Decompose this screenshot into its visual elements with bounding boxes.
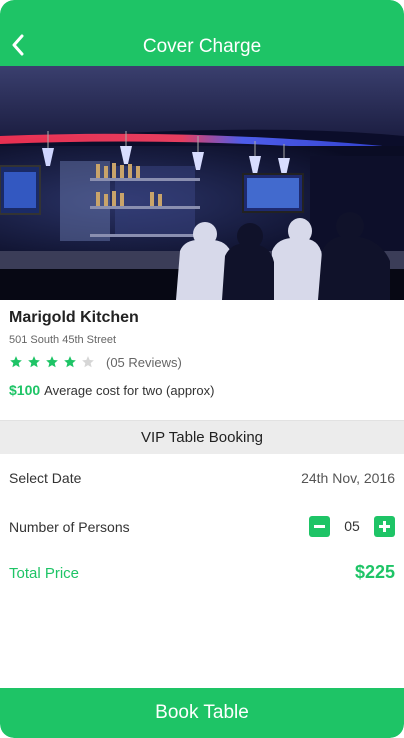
decrement-button[interactable] bbox=[309, 515, 330, 537]
star-filled-icon bbox=[46, 356, 58, 368]
increment-button[interactable] bbox=[373, 515, 395, 537]
cost-description: Average cost for two (approx) bbox=[44, 383, 215, 398]
star-rating bbox=[9, 355, 99, 369]
venue-info: Marigold Kitchen 501 South 45th Street (… bbox=[0, 300, 404, 420]
booking-screen: Cover Charge Marigold Kitchen 501 South … bbox=[0, 0, 404, 738]
app-header: Cover Charge bbox=[0, 0, 404, 66]
venue-name: Marigold Kitchen bbox=[9, 309, 139, 326]
section-title: VIP Table Booking bbox=[140, 429, 264, 446]
page-title: Cover Charge bbox=[142, 36, 262, 57]
plus-icon bbox=[378, 520, 390, 532]
persons-label: Number of Persons bbox=[9, 519, 130, 535]
average-cost: $100 Average cost for two (approx) bbox=[9, 382, 214, 398]
date-value[interactable]: 24th Nov, 2016 bbox=[301, 470, 395, 486]
persons-stepper: 05 bbox=[309, 515, 395, 537]
rating-row: (05 Reviews) bbox=[9, 354, 182, 370]
star-filled-icon bbox=[28, 356, 40, 368]
venue-address: 501 South 45th Street bbox=[9, 334, 117, 346]
venue-photo bbox=[0, 66, 404, 300]
reviews-count[interactable]: (05 Reviews) bbox=[106, 355, 182, 370]
total-price-label: Total Price bbox=[9, 565, 80, 582]
minus-icon bbox=[314, 524, 325, 528]
section-header: VIP Table Booking bbox=[0, 420, 404, 454]
star-filled-icon bbox=[10, 356, 22, 368]
select-date-label: Select Date bbox=[9, 470, 82, 486]
cost-value: $100 bbox=[9, 382, 41, 398]
book-table-label: Book Table bbox=[155, 702, 249, 723]
star-filled-icon bbox=[64, 356, 76, 368]
total-price-value: $225 bbox=[354, 562, 395, 582]
persons-count: 05 bbox=[344, 518, 360, 534]
star-empty-icon bbox=[82, 356, 94, 368]
book-table-button[interactable]: Book Table bbox=[0, 688, 404, 738]
